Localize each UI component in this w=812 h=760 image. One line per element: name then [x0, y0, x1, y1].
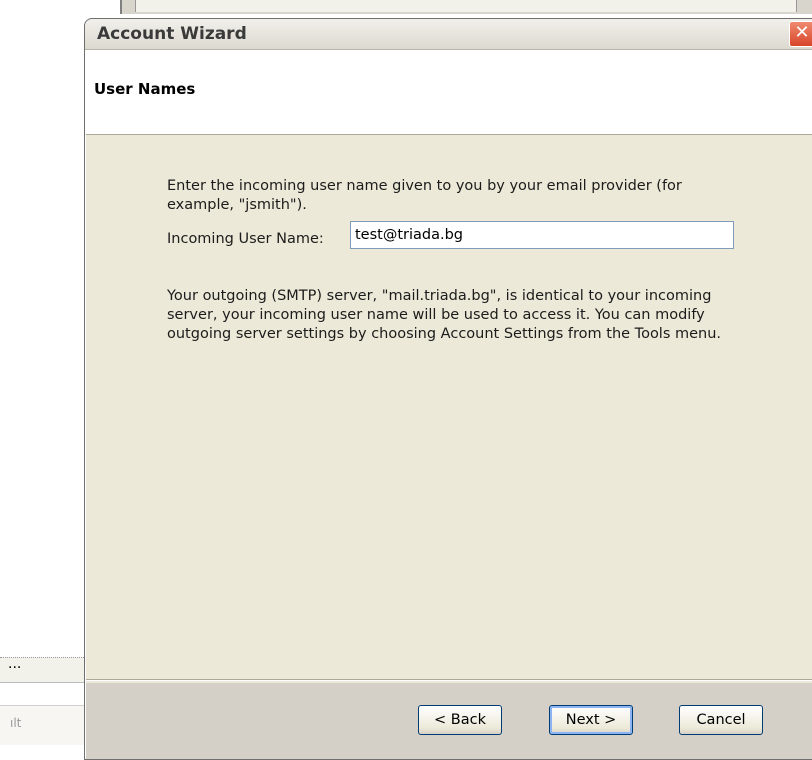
next-button[interactable]: Next > [549, 705, 633, 735]
smtp-info-text: Your outgoing (SMTP) server, "mail.triad… [167, 288, 722, 342]
username-input[interactable] [350, 221, 734, 249]
background-window-content [135, 0, 797, 12]
cancel-button[interactable]: Cancel [679, 705, 763, 735]
background-truncated-text: ılt [10, 716, 22, 730]
wizard-content: Enter the incoming user name given to yo… [86, 135, 812, 683]
title-bar[interactable]: Account Wizard ✕ [85, 19, 812, 50]
wizard-header: User Names [86, 50, 812, 135]
username-label-text: Incoming User Name: [167, 231, 324, 247]
close-icon[interactable]: ✕ [789, 21, 812, 47]
account-wizard-window: Account Wizard ✕ User Names Enter the in… [84, 18, 812, 760]
username-label: Incoming User Name: [167, 231, 324, 247]
intro-text: Enter the incoming user name given to yo… [167, 178, 682, 213]
page-title: User Names [94, 80, 196, 98]
background-status-area: ılt [0, 705, 90, 745]
window-title: Account Wizard [97, 24, 247, 44]
button-separator [86, 679, 812, 681]
back-button[interactable]: < Back [418, 705, 502, 735]
background-ellipsis: ... [8, 656, 22, 672]
background-toolbar: ... [0, 656, 90, 683]
